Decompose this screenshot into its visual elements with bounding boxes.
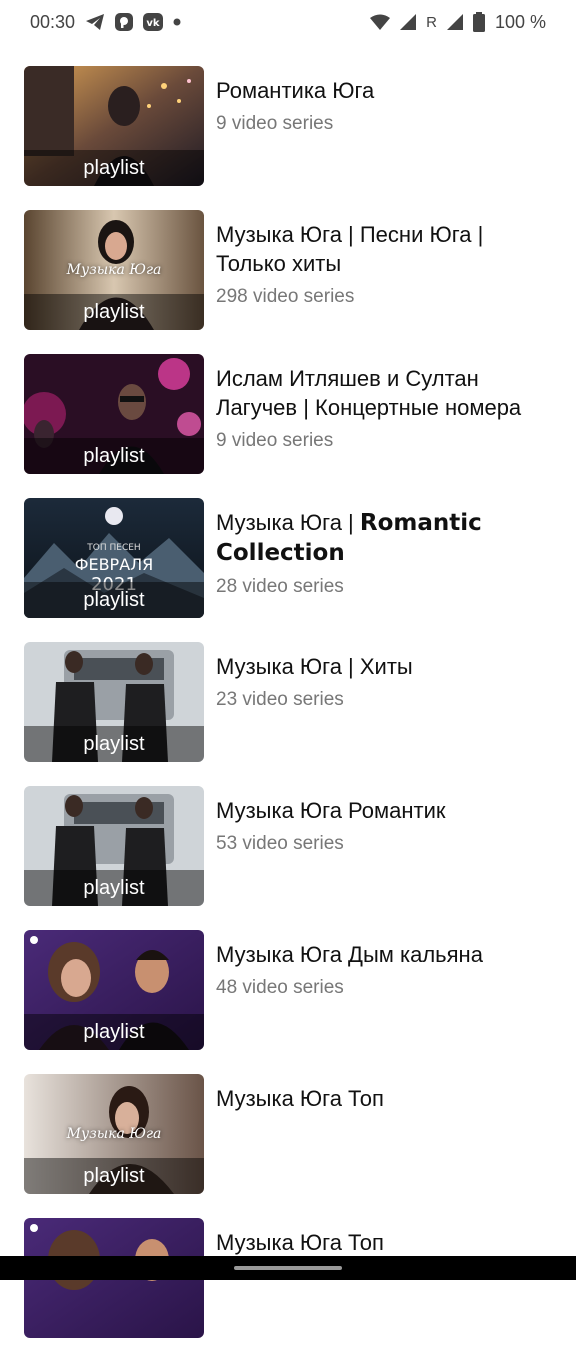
playlist-count: 9 video series: [216, 113, 334, 134]
playlist-title[interactable]: Романтика Юга: [216, 76, 556, 105]
pinterest-like-icon: [115, 13, 134, 31]
thumbnail-caption: Музыка Юга: [66, 262, 162, 278]
playlist-title[interactable]: Музыка Юга Топ: [216, 1228, 556, 1257]
thumbnail-overlay-label: playlist: [24, 870, 204, 906]
navigation-bar: [0, 1256, 576, 1280]
playlist-count: 23 video series: [216, 689, 344, 710]
wifi-icon: [370, 14, 391, 30]
status-time: 00:30: [30, 11, 76, 32]
playlist-thumbnail[interactable]: Музыка Юга playlist: [24, 210, 204, 330]
signal-icon-2: [446, 14, 463, 30]
thumbnail-overlay-label: playlist: [24, 438, 204, 474]
playlist-meta[interactable]: Музыка Юга Топ: [216, 1228, 556, 1257]
svg-text:ФЕВРАЛЯ: ФЕВРАЛЯ: [75, 555, 154, 574]
playlist-thumbnail[interactable]: playlist: [24, 66, 204, 186]
svg-text:ТОП ПЕСЕН: ТОП ПЕСЕН: [86, 543, 140, 553]
playlist-title[interactable]: Музыка Юга | Песни Юга | Только хиты: [216, 220, 556, 278]
status-bar: 00:30 vk R 100 %: [0, 0, 576, 44]
thumbnail-overlay-label: playlist: [24, 294, 204, 330]
dot-icon: [173, 18, 181, 26]
svg-text:vk: vk: [146, 18, 160, 29]
battery-icon: [472, 12, 485, 32]
playlist-count: 28 video series: [216, 576, 344, 597]
telegram-icon: [85, 13, 105, 31]
thumbnail-caption: Музыка Юга: [66, 1126, 162, 1142]
playlist-meta[interactable]: Музыка Юга | Песни Юга | Только хиты 298…: [216, 220, 556, 308]
thumbnail-overlay-label: playlist: [24, 726, 204, 762]
playlist-title[interactable]: Музыка Юга Романтик: [216, 796, 556, 825]
playlist-title[interactable]: Ислам Итляшев и Султан Лагучев | Концерт…: [216, 364, 556, 422]
playlist-meta[interactable]: Музыка Юга Романтик 53 video series: [216, 796, 556, 855]
home-gesture-handle[interactable]: [234, 1266, 342, 1270]
playlist-count: 298 video series: [216, 286, 355, 307]
playlist-thumbnail[interactable]: Музыка Юга playlist: [24, 1074, 204, 1194]
playlist-count: 9 video series: [216, 430, 334, 451]
playlist-title-part1: Музыка Юга |: [216, 510, 360, 535]
roaming-indicator: R: [426, 13, 437, 31]
playlist-meta[interactable]: Музыка Юга Дым кальяна 48 video series: [216, 940, 556, 999]
playlist-thumbnail[interactable]: playlist: [24, 642, 204, 762]
thumbnail-overlay-label: playlist: [24, 1158, 204, 1194]
list-item[interactable]: playlist Романтика Юга 9 video series: [0, 54, 576, 198]
thumbnail-overlay-label: playlist: [24, 150, 204, 186]
list-item[interactable]: playlist Музыка Юга | Хиты 23 video seri…: [0, 630, 576, 774]
playlist-thumbnail[interactable]: playlist: [24, 354, 204, 474]
playlist-meta[interactable]: Музыка Юга | Romantic Collection 28 vide…: [216, 508, 556, 598]
signal-icon: [400, 14, 417, 30]
list-item[interactable]: playlist Музыка Юга Романтик 53 video se…: [0, 774, 576, 918]
playlist-meta[interactable]: Музыка Юга Топ: [216, 1084, 556, 1121]
list-item[interactable]: playlist Ислам Итляшев и Султан Лагучев …: [0, 342, 576, 486]
list-item[interactable]: Музыка Юга playlist Музыка Юга | Песни Ю…: [0, 198, 576, 342]
playlist-count: 53 video series: [216, 833, 344, 854]
thumbnail-overlay-label: playlist: [24, 1014, 204, 1050]
playlist-meta[interactable]: Музыка Юга | Хиты 23 video series: [216, 652, 556, 711]
playlist-count: 48 video series: [216, 977, 344, 998]
status-left: 00:30 vk: [30, 12, 181, 33]
playlist-title[interactable]: Музыка Юга Топ: [216, 1084, 556, 1113]
playlist-thumbnail[interactable]: ТОП ПЕСЕН ФЕВРАЛЯ 2021 playlist: [24, 498, 204, 618]
status-right: R 100 %: [370, 12, 546, 33]
playlist-title[interactable]: Музыка Юга | Хиты: [216, 652, 556, 681]
playlist-list: playlist Романтика Юга 9 video series Му…: [0, 54, 576, 1350]
battery-percent: 100 %: [494, 11, 546, 32]
list-item[interactable]: ТОП ПЕСЕН ФЕВРАЛЯ 2021 playlist Музыка Ю…: [0, 486, 576, 630]
playlist-title[interactable]: Музыка Юга Дым кальяна: [216, 940, 556, 969]
playlist-meta[interactable]: Ислам Итляшев и Султан Лагучев | Концерт…: [216, 364, 556, 452]
list-item[interactable]: Музыка Юга playlist Музыка Юга Топ: [0, 1062, 576, 1206]
vk-icon: vk: [143, 13, 164, 31]
playlist-thumbnail[interactable]: playlist: [24, 786, 204, 906]
playlist-meta[interactable]: Романтика Юга 9 video series: [216, 76, 556, 135]
playlist-title[interactable]: Музыка Юга | Romantic Collection: [216, 508, 556, 568]
list-item[interactable]: playlist Музыка Юга Дым кальяна 48 video…: [0, 918, 576, 1062]
playlist-thumbnail[interactable]: playlist: [24, 930, 204, 1050]
thumbnail-overlay-label: playlist: [24, 582, 204, 618]
